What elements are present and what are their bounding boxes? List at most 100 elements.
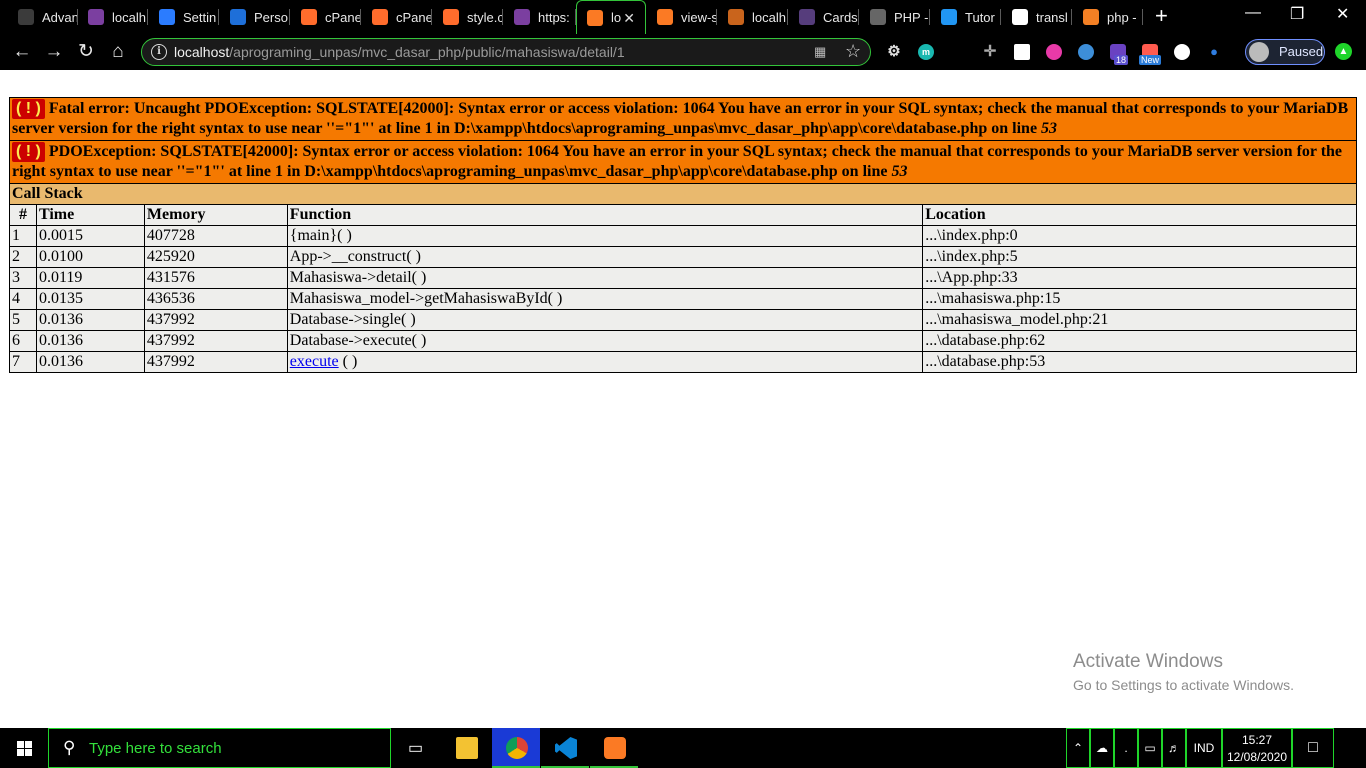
browser-tab[interactable]: cPane: [291, 0, 361, 34]
notification-center-icon[interactable]: □: [1292, 728, 1334, 768]
extension-globe-icon[interactable]: [1078, 44, 1094, 60]
call-stack-title-row: Call Stack: [9, 183, 1357, 205]
home-button[interactable]: ⌂: [106, 40, 130, 64]
tab-divider: [929, 9, 930, 25]
tab-label: Settin: [183, 9, 217, 25]
tab-divider: [858, 9, 859, 25]
minimize-icon[interactable]: —: [1245, 4, 1261, 22]
close-window-icon[interactable]: ✕: [1336, 4, 1349, 24]
taskbar-app-xampp[interactable]: [590, 728, 638, 768]
tab-divider: [716, 9, 717, 25]
start-button[interactable]: [0, 728, 48, 768]
new-tab-button[interactable]: +: [1155, 4, 1168, 28]
fatal-error-row: ( ! ) Fatal error: Uncaught PDOException:…: [9, 97, 1357, 141]
table-row: 2 0.0100 425920 App->__construct( ) ...\…: [9, 246, 1357, 268]
restore-icon[interactable]: ❐: [1290, 4, 1304, 24]
tab-strip: Advan localh Settin Perso cPane cPane style.c h…: [0, 0, 1366, 34]
browser-tab[interactable]: Advan: [8, 0, 78, 34]
rocket-icon: [514, 9, 530, 25]
update-icon[interactable]: ▲: [1335, 43, 1352, 60]
extension-color-icon[interactable]: [1046, 44, 1062, 60]
battery-icon[interactable]: ▭: [1138, 728, 1162, 768]
exception-message: PDOException: SQLSTATE[42000]: Syntax er…: [12, 143, 1343, 180]
extension-badge-new: New: [1139, 55, 1162, 65]
tab-divider: [787, 9, 788, 25]
browser-tab[interactable]: Tutor: [931, 0, 1001, 34]
row-memory: 431576: [143, 267, 288, 289]
tab-label: php -: [1107, 9, 1137, 25]
xampp-icon: [587, 9, 603, 26]
fatal-error-line: 53: [1041, 120, 1058, 137]
bootstrap-icon: [799, 9, 815, 25]
extension-move-icon[interactable]: ✛: [982, 44, 998, 60]
gear-icon: [159, 9, 175, 25]
rocket-icon: [88, 9, 104, 25]
clock-time: 15:27: [1241, 733, 1273, 747]
extension-gear-icon[interactable]: ⚙: [886, 44, 902, 60]
cpanel-icon: [301, 9, 317, 25]
row-memory: 437992: [143, 330, 288, 352]
onedrive-icon[interactable]: ☁: [1090, 728, 1114, 768]
row-memory: 437992: [143, 309, 288, 331]
row-function: Mahasiswa->detail( ): [286, 267, 924, 289]
table-row: 5 0.0136 437992 Database->single( ) ...\…: [9, 309, 1357, 331]
taskbar-app-chrome[interactable]: [492, 728, 540, 768]
browser-tab[interactable]: Settin: [149, 0, 219, 34]
extension-note-icon[interactable]: [1014, 44, 1030, 60]
browser-tab[interactable]: transl: [1002, 0, 1072, 34]
row-num: 3: [9, 267, 37, 289]
execute-function-link[interactable]: execute: [290, 353, 339, 370]
tab-label: cPane: [396, 9, 432, 25]
browser-tab[interactable]: cPane: [362, 0, 432, 34]
browser-tab[interactable]: https:: [504, 0, 576, 34]
browser-tab[interactable]: localh: [718, 0, 788, 34]
close-tab-icon[interactable]: ✕: [623, 10, 635, 27]
task-view-button[interactable]: ▭: [392, 728, 440, 768]
tab-divider: [502, 9, 503, 25]
address-bar[interactable]: i localhost/aprograming_unpas/mvc_dasar_…: [141, 38, 871, 66]
chevron-up-icon[interactable]: ⌃: [1066, 728, 1090, 768]
extension-search-icon[interactable]: ●: [1206, 44, 1222, 60]
taskbar-app-file-explorer[interactable]: [442, 728, 490, 768]
forward-button[interactable]: →: [42, 40, 66, 64]
taskbar-app-vscode[interactable]: [541, 728, 589, 768]
translate-icon[interactable]: ▦: [814, 44, 826, 60]
extension-m-icon[interactable]: m: [918, 44, 934, 60]
taskbar-search[interactable]: ⚲ Type here to search: [48, 728, 391, 768]
reload-button[interactable]: ↻: [74, 40, 98, 64]
browser-tab[interactable]: Perso: [220, 0, 290, 34]
tab-label: localh: [752, 9, 786, 25]
browser-tab[interactable]: view-s: [647, 0, 717, 34]
row-location: ...\index.php:0: [922, 225, 1357, 247]
col-header-function: Function: [286, 204, 924, 226]
mountain-icon: [728, 9, 744, 25]
row-num: 6: [9, 330, 37, 352]
volume-icon[interactable]: ♬: [1162, 728, 1186, 768]
bookmark-star-icon[interactable]: ☆: [845, 41, 861, 62]
extension-ring-icon[interactable]: [1174, 44, 1190, 60]
taskbar-clock[interactable]: 15:27 12/08/2020: [1222, 728, 1292, 768]
browser-tab[interactable]: Cards: [789, 0, 859, 34]
row-location: ...\database.php:53: [922, 351, 1357, 373]
url-text[interactable]: localhost/aprograming_unpas/mvc_dasar_ph…: [174, 44, 625, 60]
site-info-icon[interactable]: i: [151, 44, 167, 60]
tab-divider: [1142, 9, 1143, 25]
browser-tab[interactable]: style.c: [433, 0, 503, 34]
profile-button[interactable]: Paused: [1245, 39, 1325, 65]
language-indicator[interactable]: IND: [1186, 728, 1222, 768]
cpanel-icon: [443, 9, 459, 25]
browser-tab[interactable]: php -: [1073, 0, 1143, 34]
browser-tab[interactable]: PHP -: [860, 0, 930, 34]
tab-label: PHP -: [894, 9, 929, 25]
tab-divider: [360, 9, 361, 25]
browser-tab[interactable]: lo ✕: [576, 0, 646, 34]
tab-label: style.c: [467, 9, 503, 25]
tray-dot-icon[interactable]: .: [1114, 728, 1138, 768]
back-button[interactable]: ←: [10, 40, 34, 64]
row-function: {main}( ): [286, 225, 924, 247]
profile-status: Paused: [1279, 44, 1324, 59]
search-icon: ⚲: [63, 738, 76, 757]
row-memory: 436536: [143, 288, 288, 310]
browser-tab[interactable]: localh: [78, 0, 148, 34]
row-num: 4: [9, 288, 37, 310]
